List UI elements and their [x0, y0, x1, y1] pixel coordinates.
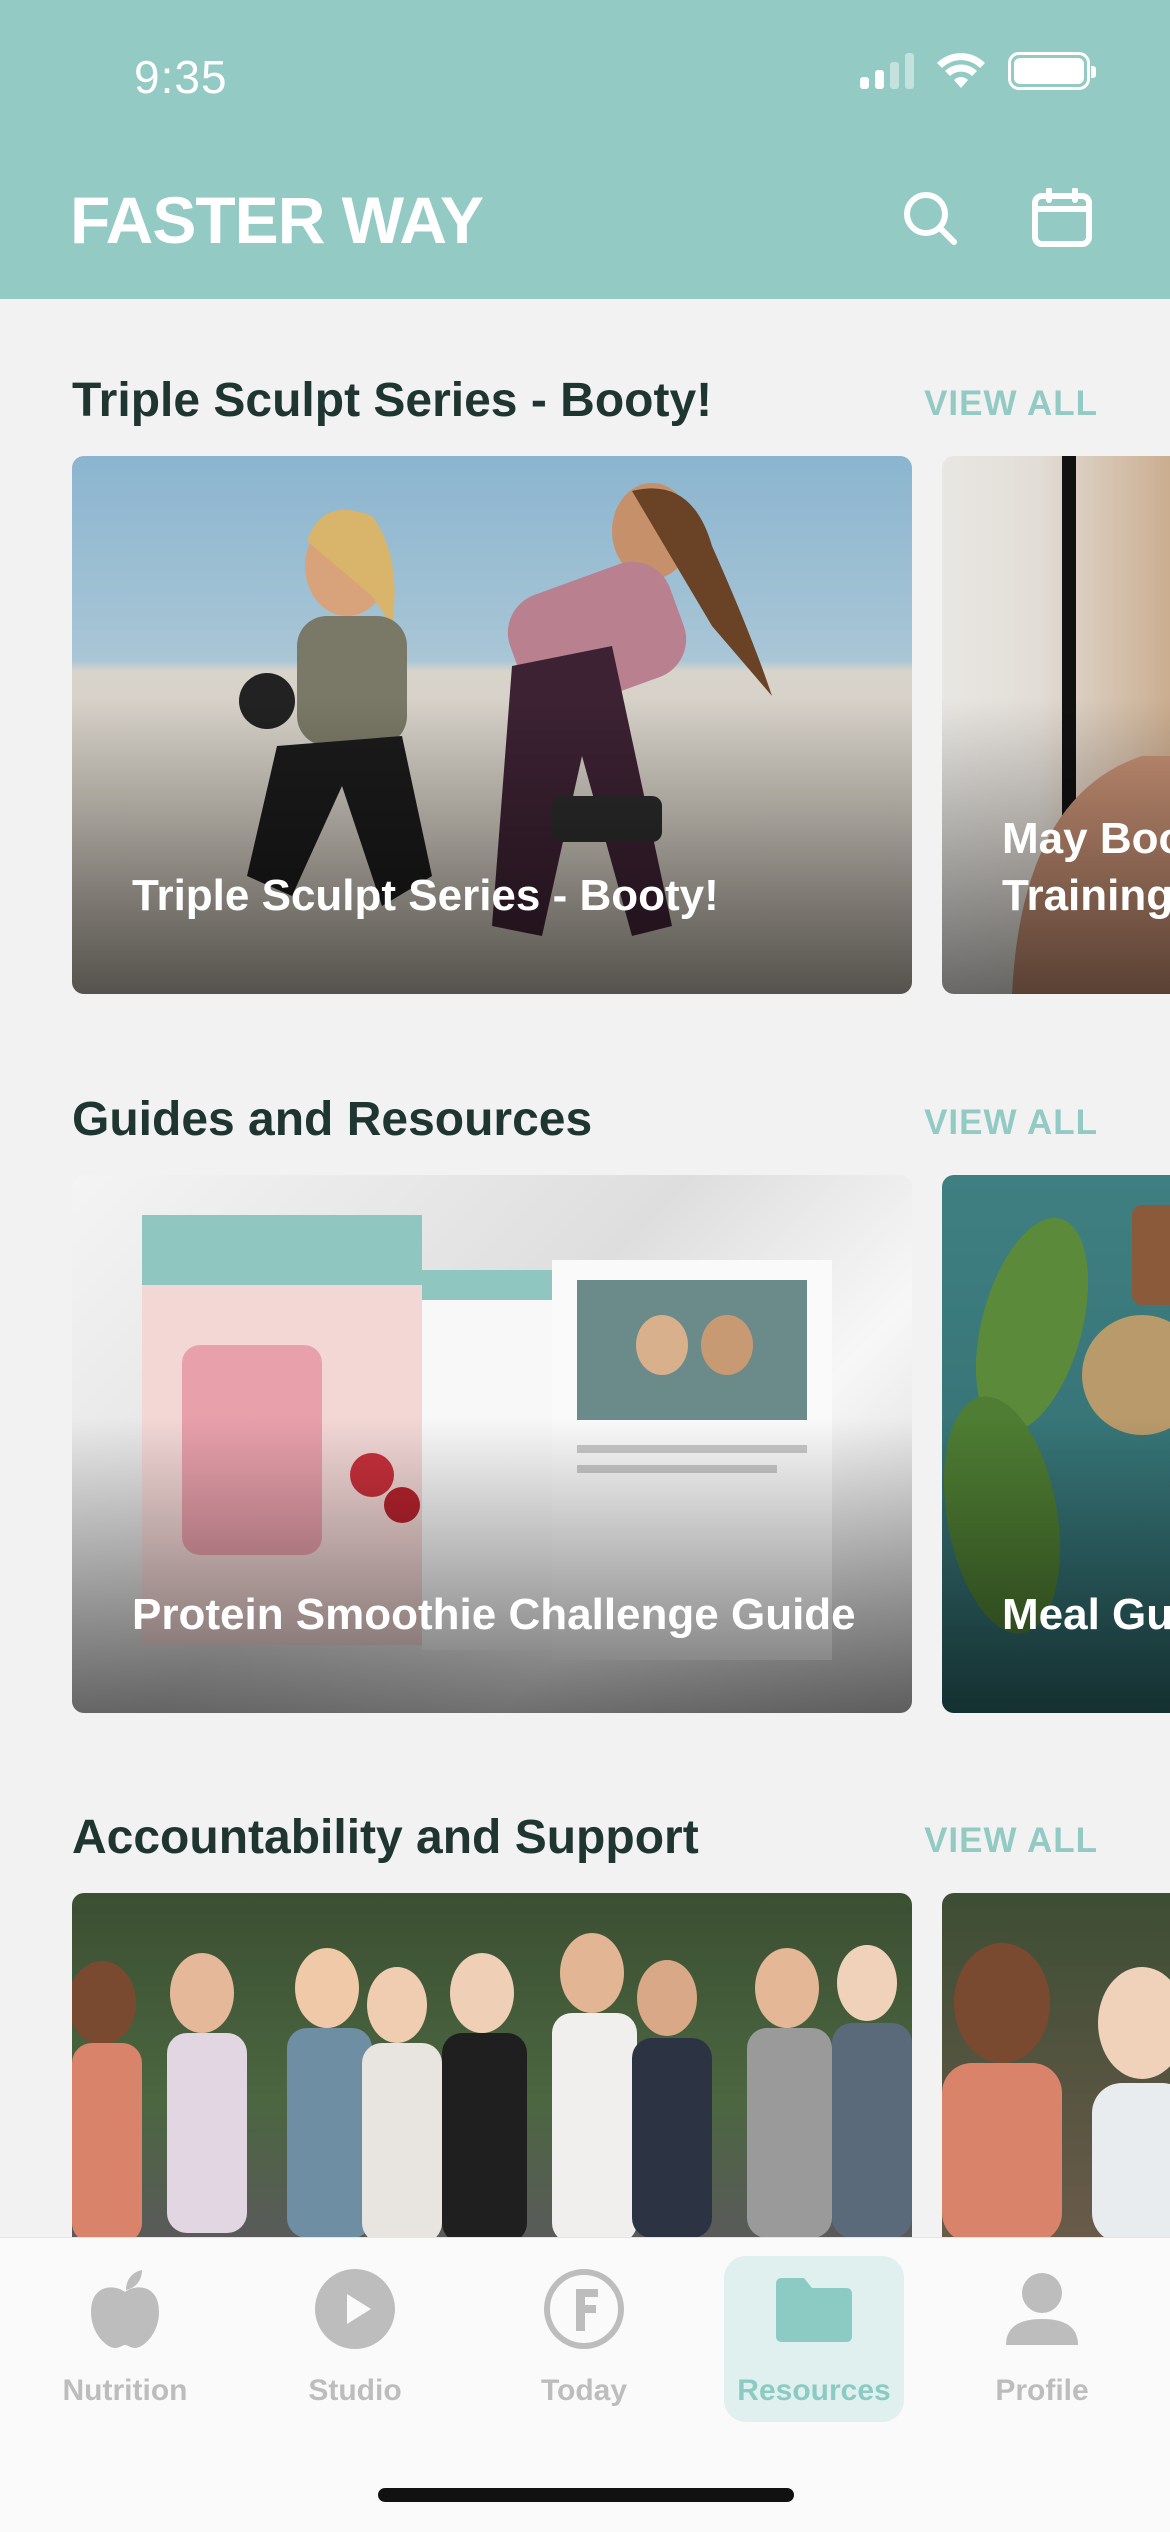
card-gradient — [72, 698, 912, 994]
view-all-button[interactable]: VIEW ALL — [924, 1821, 1098, 1861]
play-icon — [315, 2269, 395, 2349]
card-gradient — [72, 1417, 912, 1713]
card-accountability[interactable] — [72, 1893, 912, 2237]
brand-logo: FASTER WAY — [70, 183, 484, 257]
tab-studio[interactable]: Studio — [265, 2256, 445, 2422]
status-icons — [860, 52, 1096, 90]
signal-icon — [860, 53, 914, 89]
person-icon — [1006, 2273, 1078, 2345]
section-title: Triple Sculpt Series - Booty! — [72, 374, 713, 427]
tab-nutrition[interactable]: Nutrition — [35, 2256, 215, 2422]
battery-icon — [1008, 52, 1096, 90]
search-icon — [904, 192, 957, 245]
f-logo-icon — [544, 2269, 624, 2349]
card-title: Protein Smoothie Challenge Guide — [132, 1589, 856, 1639]
tab-label: Studio — [308, 2374, 402, 2407]
tab-label: Profile — [995, 2374, 1089, 2407]
card-image — [942, 1943, 1170, 2237]
card-gradient — [942, 1417, 1170, 1713]
search-button[interactable] — [895, 183, 965, 253]
view-all-button[interactable]: VIEW ALL — [924, 1103, 1098, 1143]
home-indicator — [378, 2488, 794, 2502]
app-header: 9:35 FASTER WAY — [0, 0, 1170, 299]
card-image — [72, 1933, 912, 2237]
card-title: Triple Sculpt Series - Booty! — [132, 870, 719, 920]
card-meal-guide[interactable]: Meal Gu — [942, 1175, 1170, 1713]
wifi-icon — [937, 53, 985, 88]
section-title: Accountability and Support — [72, 1811, 699, 1864]
status-time: 9:35 — [134, 51, 228, 103]
tab-label: Resources — [737, 2374, 891, 2407]
card-may-boot-camp[interactable]: May Boo Training — [942, 456, 1170, 994]
section-title: Guides and Resources — [72, 1093, 593, 1146]
tab-label: Nutrition — [62, 2374, 188, 2407]
card-accountability-2[interactable] — [942, 1893, 1170, 2237]
card-protein-smoothie-guide[interactable]: Protein Smoothie Challenge Guide — [72, 1175, 912, 1713]
card-title: May Boo Training — [1002, 813, 1170, 920]
tab-today[interactable]: Today — [494, 2256, 674, 2422]
folder-icon — [776, 2278, 852, 2342]
tab-label: Today — [540, 2374, 628, 2407]
card-title: Meal Gu — [1002, 1589, 1170, 1639]
tab-profile[interactable]: Profile — [952, 2256, 1132, 2422]
tab-resources[interactable]: Resources — [724, 2256, 904, 2422]
apple-icon — [91, 2270, 159, 2348]
calendar-button[interactable] — [1027, 183, 1097, 253]
card-triple-sculpt[interactable]: Triple Sculpt Series - Booty! — [72, 456, 912, 994]
view-all-button[interactable]: VIEW ALL — [924, 384, 1098, 424]
calendar-icon — [1032, 188, 1092, 247]
